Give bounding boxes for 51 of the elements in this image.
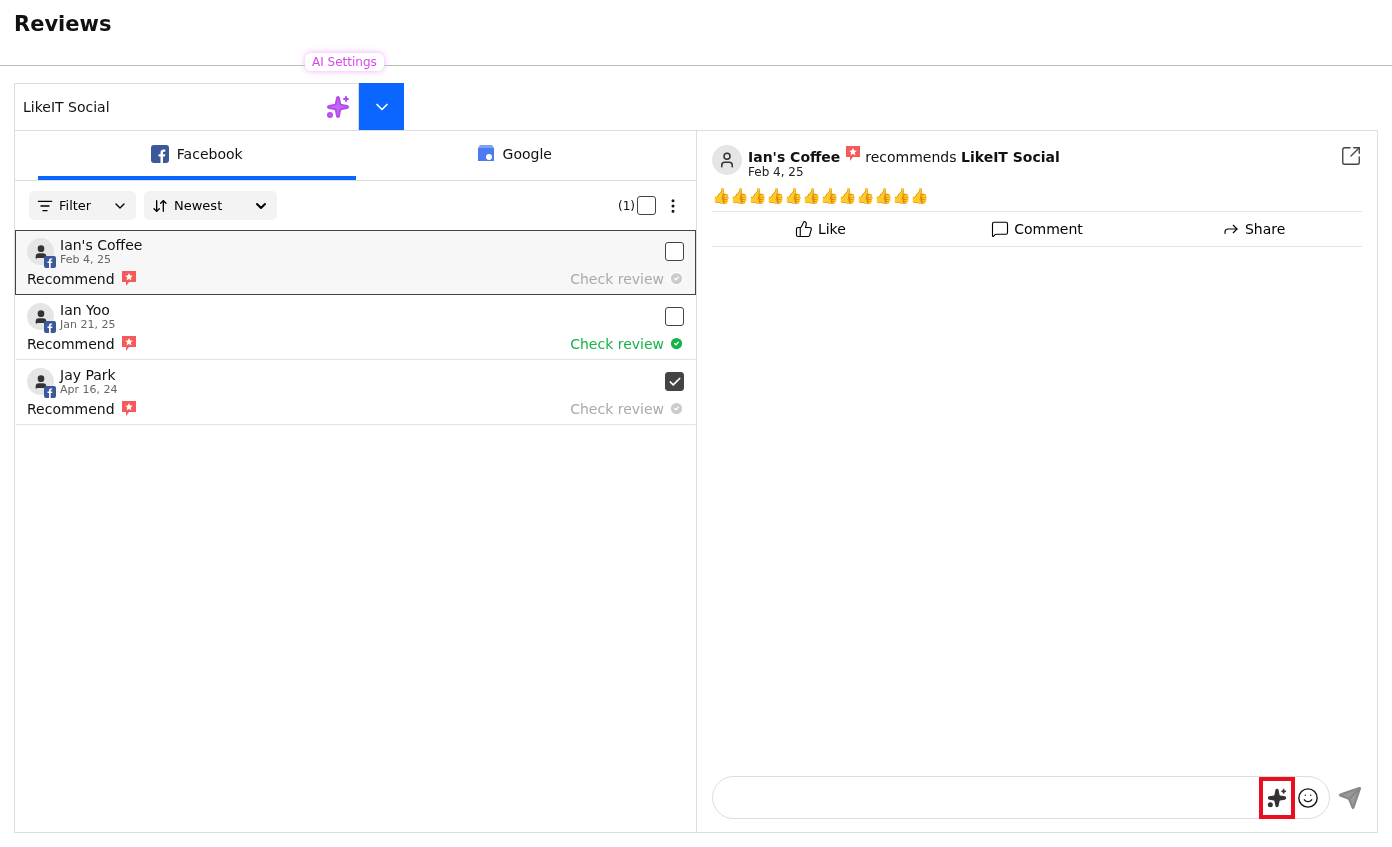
review-date: Jan 21, 25 [60, 318, 116, 331]
selected-count: (1) [618, 198, 635, 213]
review-date: Apr 16, 24 [60, 383, 118, 396]
reviewer-name: Ian's Coffee [60, 237, 143, 253]
avatar-icon [712, 145, 742, 175]
ai-reply-button[interactable] [1259, 776, 1295, 819]
ai-settings-tooltip: AI Settings [305, 53, 384, 71]
account-name: LikeIT Social [23, 99, 110, 115]
review-type: Recommend [27, 335, 115, 352]
select-all-checkbox[interactable] [637, 196, 656, 215]
emoji-icon[interactable] [1297, 786, 1319, 809]
sparkle-icon [1267, 787, 1287, 808]
review-headline: Ian's Coffee recommends LikeIT Social [748, 145, 1334, 165]
page-title: Reviews [14, 12, 113, 36]
platform-tab[interactable]: Google [355, 131, 673, 180]
review-text: 👍👍👍👍👍👍👍👍👍👍👍👍 [712, 187, 929, 205]
review-type: Recommend [27, 270, 115, 287]
sort-icon [152, 197, 168, 214]
recommend-icon [844, 145, 861, 162]
avatar-icon [27, 303, 54, 330]
review-date: Feb 4, 25 [60, 253, 112, 266]
thumbs-up-icon [794, 220, 813, 238]
review-type: Recommend [27, 400, 115, 417]
check-circle-icon [669, 401, 684, 416]
platform-tab[interactable]: Facebook [38, 131, 356, 180]
check-circle-icon [669, 271, 684, 286]
review-checkbox[interactable] [665, 372, 684, 391]
open-external-button[interactable] [1340, 145, 1362, 167]
check-circle-icon [669, 336, 684, 351]
facebook-icon [150, 144, 169, 163]
post-action-button[interactable]: Like [712, 212, 929, 246]
review-item[interactable]: Ian's Coffee Feb 4, 25 Recommend Check review [15, 230, 696, 295]
send-button[interactable] [1338, 785, 1362, 810]
review-checkbox[interactable] [665, 307, 684, 326]
review-checkbox[interactable] [665, 242, 684, 261]
account-select[interactable]: LikeIT Social [14, 83, 359, 130]
avatar-icon [27, 368, 54, 395]
review-date: Feb 4, 25 [748, 165, 805, 179]
filter-dropdown[interactable]: Filter [29, 191, 136, 220]
store-icon [476, 144, 495, 163]
comment-icon [991, 220, 1010, 238]
recommend-icon [120, 335, 137, 352]
reviewer-name: Jay Park [60, 367, 117, 383]
recommend-icon [120, 270, 137, 287]
ai-sparkle-icon[interactable] [326, 95, 350, 119]
sort-dropdown[interactable]: Newest [144, 191, 277, 220]
post-action-button[interactable]: Comment [928, 212, 1146, 246]
post-action-button[interactable]: Share [1145, 212, 1362, 246]
reviewer-name: Ian Yoo [60, 302, 111, 318]
recommend-icon [120, 400, 137, 417]
avatar-icon [27, 238, 54, 265]
